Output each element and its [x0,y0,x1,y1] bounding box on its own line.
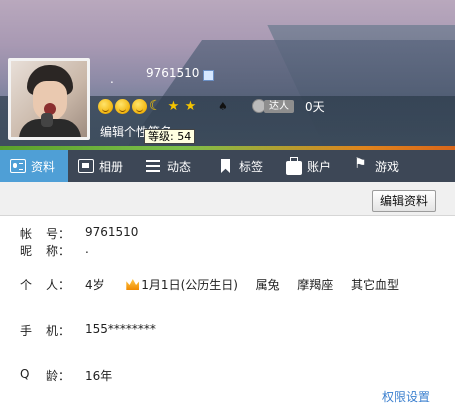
qage-value: 16年 [85,369,113,383]
star-level-icon: ★ [184,99,197,114]
talent-days: 0天 [305,100,325,114]
star-level-icon: ★ [167,99,180,114]
avatar[interactable] [8,58,90,140]
sun-level-icon [98,99,113,114]
tab-album[interactable]: 相册 [68,150,136,182]
profile-toolbar: 编辑资料 [0,182,455,216]
tab-profile[interactable]: 资料 [0,150,68,182]
sun-level-icon [132,99,147,114]
blood-type-value: 其它血型 [350,278,399,292]
sun-level-icon [115,99,130,114]
bookmark-icon [218,159,234,173]
level-icons[interactable]: ☾ ★ ★ [98,99,198,114]
tab-label: 账户 [307,159,332,174]
personal-values: 4岁 1月1日(公历生日) 属兔 摩羯座 其它血型 [85,276,399,293]
talent-label: 达人 [264,99,294,113]
account-value: 9761510 [85,225,139,239]
crown-icon [126,279,140,290]
personal-label: 个人： [20,278,70,292]
tab-label: 游戏 [375,159,400,174]
briefcase-icon [286,157,302,175]
phone-value: 155******** [85,322,156,336]
moon-level-icon: ☾ [149,98,162,114]
photo-icon [78,159,94,173]
tab-account[interactable]: 账户 [276,150,344,182]
qage-label: Q 龄： [20,367,70,383]
tab-label: 动态 [167,159,192,174]
qq-status-icon[interactable] [203,70,214,81]
zodiac-value: 属兔 [255,278,280,292]
profile-banner: . 9761510 ☾ ★ ★ ♠ 达人 0天 编辑个性签名 等级: 54 [0,0,455,150]
tab-tags[interactable]: 标签 [208,150,276,182]
profile-tab-bar: 资料 相册 动态 标签 账户 游戏 [0,150,455,182]
talent-badge[interactable]: 达人 [252,98,294,114]
game-icon [354,156,370,173]
tab-label: 标签 [239,159,264,174]
birthday-value: 1月1日(公历生日) [141,278,238,292]
constellation-value: 摩羯座 [297,278,334,292]
nickname-label: 昵称： [20,244,70,258]
badge-icon[interactable]: ♠ [218,101,230,113]
profile-card-icon [10,159,26,173]
permission-settings-link[interactable]: 权限设置 [382,388,430,405]
level-tooltip: 等级: 54 [144,129,196,144]
tab-games[interactable]: 游戏 [344,150,414,182]
tab-label: 相册 [99,159,124,174]
edit-profile-button[interactable]: 编辑资料 [372,190,436,212]
phone-label: 手机： [20,324,70,338]
tab-feed[interactable]: 动态 [136,150,208,182]
tab-label: 资料 [31,159,56,174]
age-value: 4岁 [85,278,105,292]
qq-number: 9761510 [146,66,200,80]
nickname-value: . [85,242,89,256]
account-label: 帐号： [20,227,70,241]
profile-panel: 编辑资料 帐号： 9761510 昵称： . 个人： 4岁 1月1日(公历生日)… [0,182,455,415]
nickname-dot: . [110,72,114,86]
feed-list-icon [146,159,162,173]
